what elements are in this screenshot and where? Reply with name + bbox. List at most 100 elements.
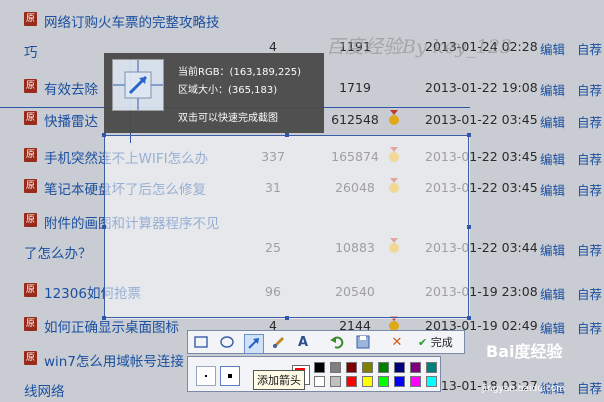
color-swatch[interactable]	[362, 362, 373, 373]
ellipse-icon	[220, 336, 234, 348]
vote-count: 4	[269, 39, 277, 54]
text-icon: A	[297, 335, 309, 350]
arrow-icon	[248, 338, 259, 349]
brush-icon	[273, 336, 285, 348]
capture-region-border[interactable]	[104, 135, 469, 318]
color-swatch[interactable]	[346, 362, 357, 373]
color-swatch[interactable]	[410, 376, 421, 387]
color-swatch[interactable]	[314, 376, 325, 387]
edit-link[interactable]: 编辑	[540, 240, 565, 259]
resize-handle[interactable]	[285, 133, 289, 137]
article-title-link[interactable]: 有效去除	[44, 78, 98, 98]
original-badge-icon: 原	[24, 12, 37, 26]
color-swatch[interactable]	[394, 362, 405, 373]
original-badge-icon: 原	[24, 179, 37, 193]
color-swatch[interactable]	[394, 376, 405, 387]
rectangle-icon	[194, 336, 208, 348]
color-swatch[interactable]	[314, 362, 325, 373]
cancel-button[interactable]: ✕	[388, 334, 406, 352]
color-swatch[interactable]	[330, 362, 341, 373]
edit-link[interactable]: 编辑	[540, 149, 565, 168]
article-title-link[interactable]: 网络订购火车票的完整攻略技	[44, 11, 220, 31]
color-swatch[interactable]	[362, 376, 373, 387]
medium-dot-icon	[228, 374, 232, 378]
small-dot-icon	[205, 375, 207, 377]
style-toolbar	[187, 356, 441, 392]
save-icon	[356, 335, 370, 349]
brand-logo: Bai度经验	[486, 342, 563, 361]
color-swatch[interactable]	[378, 362, 389, 373]
original-badge-icon: 原	[24, 283, 37, 297]
ellipse-tool-button[interactable]	[218, 334, 236, 352]
resize-handle[interactable]	[102, 225, 106, 229]
view-count: 1719	[339, 80, 371, 95]
original-badge-icon: 原	[24, 79, 37, 93]
resize-handle[interactable]	[467, 133, 471, 137]
edit-link[interactable]: 编辑	[540, 39, 565, 58]
checkmark-icon: ✔	[418, 336, 428, 349]
watermark: 百度经验By key_123	[326, 36, 512, 58]
list-row: 原网络订购火车票的完整攻略技巧 4 1191 2013-01-24 02:28 编辑 自荐	[0, 5, 604, 61]
arrow-tool-button[interactable]	[244, 334, 264, 354]
color-swatch[interactable]	[426, 362, 437, 373]
region-size-label: 区域大小：(365,183)	[178, 85, 278, 96]
original-badge-icon: 原	[24, 351, 37, 365]
publish-date: 2013-01-22 03:45	[425, 112, 538, 127]
color-swatch[interactable]	[330, 376, 341, 387]
current-rgb-label: 当前RGB：(163,189,225)	[178, 67, 301, 78]
resize-handle[interactable]	[467, 316, 471, 320]
resize-handle[interactable]	[102, 316, 106, 320]
double-click-hint: 双击可以快速完成截图	[178, 113, 278, 124]
undo-button[interactable]	[328, 334, 346, 352]
color-swatch[interactable]	[346, 376, 357, 387]
page: 原网络订购火车票的完整攻略技巧 4 1191 2013-01-24 02:28 编辑 自荐…	[0, 0, 604, 402]
article-title-link[interactable]: 快播雷达	[44, 110, 98, 130]
text-tool-button[interactable]: A	[294, 334, 312, 352]
save-button[interactable]	[354, 334, 372, 352]
add-arrow-tooltip: 添加箭头	[253, 370, 305, 390]
color-swatch[interactable]	[426, 376, 437, 387]
edit-link[interactable]: 编辑	[540, 318, 565, 337]
article-title-continuation[interactable]: 线网络	[24, 380, 65, 400]
recommend-link[interactable]: 自荐	[577, 180, 602, 199]
done-button[interactable]: ✔ 完成	[418, 334, 453, 350]
recommend-link[interactable]: 自荐	[577, 112, 602, 131]
recommend-link[interactable]: 自荐	[577, 80, 602, 99]
publish-date: 2013-01-22 19:08	[425, 80, 538, 95]
recommend-link[interactable]: 自荐	[577, 39, 602, 58]
arrow-cursor-icon	[113, 60, 163, 110]
brush-tool-button[interactable]	[270, 334, 288, 352]
article-title-continuation[interactable]: 了怎么办？	[24, 242, 92, 262]
edit-link[interactable]: 编辑	[540, 180, 565, 199]
close-icon: ✕	[391, 335, 403, 350]
recommend-link[interactable]: 自荐	[577, 149, 602, 168]
article-title-link[interactable]: 如何正确显示桌面图标	[44, 316, 179, 336]
done-label: 完成	[430, 336, 453, 349]
resize-handle[interactable]	[285, 316, 289, 320]
original-badge-icon: 原	[24, 111, 37, 125]
recommend-link[interactable]: 自荐	[577, 284, 602, 303]
original-badge-icon: 原	[24, 213, 37, 227]
recommend-link[interactable]: 自荐	[577, 240, 602, 259]
original-badge-icon: 原	[24, 317, 37, 331]
capture-info-tooltip: 当前RGB：(163,189,225) 区域大小：(365,183) 双击可以快…	[104, 53, 324, 133]
undo-icon	[330, 336, 344, 349]
rectangle-tool-button[interactable]	[192, 334, 210, 352]
article-title-continuation[interactable]: 巧	[24, 41, 38, 61]
view-count: 612548	[331, 112, 379, 127]
color-swatch[interactable]	[410, 362, 421, 373]
brand-url: jingyan.baidu.com	[482, 384, 566, 394]
color-swatch[interactable]	[378, 376, 389, 387]
edit-link[interactable]: 编辑	[540, 80, 565, 99]
edit-link[interactable]: 编辑	[540, 284, 565, 303]
article-title-link[interactable]: win7怎么用域帐号连接	[44, 350, 184, 370]
edit-link[interactable]: 编辑	[540, 112, 565, 131]
recommend-link[interactable]: 自荐	[577, 318, 602, 337]
small-size-button[interactable]	[196, 366, 216, 386]
original-badge-icon: 原	[24, 148, 37, 162]
resize-handle[interactable]	[102, 133, 106, 137]
resize-handle[interactable]	[467, 225, 471, 229]
medium-size-button[interactable]	[220, 366, 240, 386]
recommend-link[interactable]: 自荐	[577, 378, 602, 397]
medal-icon	[388, 110, 400, 126]
